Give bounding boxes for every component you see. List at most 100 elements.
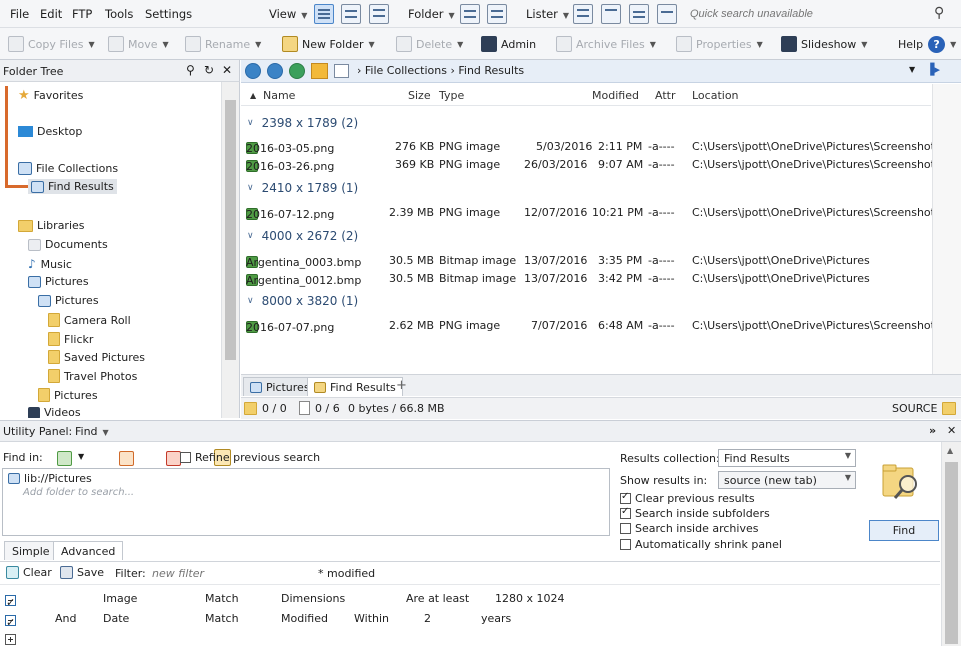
menu-edit[interactable]: Edit	[40, 7, 62, 21]
folder-icon[interactable]	[942, 402, 956, 415]
admin-button[interactable]: Admin	[481, 36, 536, 52]
add-rule-icon[interactable]	[5, 634, 16, 645]
column-attr[interactable]: Attr	[655, 89, 675, 102]
tree-item-file-collections[interactable]: File Collections	[18, 162, 118, 175]
search-icon[interactable]: ⚲	[934, 5, 944, 21]
tree-item-documents[interactable]: Documents	[28, 238, 108, 251]
archive-files-button[interactable]: Archive Files ▼	[556, 36, 656, 52]
up-icon[interactable]	[289, 63, 305, 79]
tree-item-saved-pictures[interactable]: Saved Pictures	[48, 350, 145, 364]
back-icon[interactable]	[245, 63, 261, 79]
folder-menu[interactable]: Folder ▼	[408, 7, 455, 21]
lister-dual-button[interactable]	[601, 4, 621, 24]
home-icon[interactable]	[311, 63, 328, 79]
tree-item-music[interactable]: ♪ Music	[28, 257, 72, 271]
add-folder-hint[interactable]: Add folder to search...	[23, 487, 134, 498]
show-results-select[interactable]: source (new tab) ▼	[718, 471, 856, 489]
file-row[interactable]: 2016-03-26.png 369 KB PNG image 26/03/20…	[241, 156, 941, 174]
view-thumbnails-button[interactable]	[341, 4, 361, 24]
group-header[interactable]: ∨ 2398 x 1789 (2)	[247, 116, 358, 130]
quick-search-input[interactable]	[690, 3, 954, 24]
folder-layout-2-button[interactable]	[487, 4, 507, 24]
results-collection-select[interactable]: Find Results ▼	[718, 449, 856, 467]
collapse-icon[interactable]: »	[929, 424, 936, 437]
filter-rule[interactable]: ✓ Image Match Dimensions Are at least 12…	[0, 589, 940, 609]
search-folder-list[interactable]: lib://Pictures Add folder to search...	[2, 468, 610, 536]
properties-button[interactable]: Properties ▼	[676, 36, 763, 52]
copy-files-button[interactable]: Copy Files ▼	[8, 36, 95, 52]
tab-advanced[interactable]: Advanced	[53, 541, 124, 560]
remove-folder-icon[interactable]	[118, 451, 134, 466]
folder-tree-scrollbar[interactable]	[221, 82, 239, 418]
menu-settings[interactable]: Settings	[145, 7, 192, 21]
view-menu[interactable]: View ▼	[269, 7, 307, 21]
slideshow-button[interactable]: Slideshow ▼	[781, 36, 867, 52]
tab-pictures[interactable]: Pictures	[243, 377, 317, 396]
tree-item-camera-roll[interactable]: Camera Roll	[48, 313, 131, 327]
list-item[interactable]: lib://Pictures	[8, 472, 92, 485]
scrollbar-thumb[interactable]	[945, 462, 958, 644]
menu-file[interactable]: File	[10, 7, 29, 21]
clear-folders-icon[interactable]	[166, 451, 181, 466]
tree-item-flickr[interactable]: Flickr	[48, 332, 93, 346]
close-icon[interactable]: ✕	[947, 424, 956, 437]
add-folder-dropdown-icon[interactable]: ▼	[78, 452, 84, 461]
find-button[interactable]: Find	[869, 520, 939, 541]
file-row[interactable]: Argentina_0012.bmp 30.5 MB Bitmap image …	[241, 270, 931, 288]
utility-mode-select[interactable]: Find ▼	[75, 425, 109, 438]
tree-item-libraries[interactable]: Libraries	[18, 219, 85, 232]
column-modified[interactable]: Modified	[592, 89, 639, 102]
refine-previous-search-checkbox[interactable]: Refine previous search	[180, 451, 320, 464]
delete-button[interactable]: Delete ▼	[396, 36, 463, 52]
tree-item-pictures-lib[interactable]: Pictures	[28, 275, 89, 288]
path-dropdown-icon[interactable]: ▼	[909, 65, 915, 74]
new-tab-icon[interactable]: +	[396, 378, 407, 393]
tab-find-results[interactable]: Find Results	[307, 377, 403, 396]
filter-rule-new[interactable]	[0, 628, 940, 646]
enable-rule-icon[interactable]: ✓	[5, 595, 16, 609]
close-icon[interactable]: ✕	[222, 63, 232, 77]
file-row[interactable]: Argentina_0003.bmp 30.5 MB Bitmap image …	[241, 252, 931, 270]
collapse-all-icon[interactable]: ▲	[250, 91, 256, 100]
tree-item-travel-photos[interactable]: Travel Photos	[48, 369, 137, 383]
column-size[interactable]: Size	[408, 89, 431, 102]
search-subfolders-checkbox[interactable]: Search inside subfolders	[620, 506, 770, 520]
panel-toggle-icon[interactable]: ▐▸	[926, 63, 940, 76]
group-header[interactable]: ∨ 4000 x 2672 (2)	[247, 229, 358, 243]
view-tiles-button[interactable]	[369, 4, 389, 24]
utility-panel-scrollbar[interactable]: ▲	[941, 442, 961, 646]
lister-menu[interactable]: Lister ▼	[526, 7, 569, 21]
new-folder-button[interactable]: New Folder ▼	[282, 36, 375, 52]
tree-item-videos[interactable]: Videos	[28, 406, 81, 418]
tree-item-pictures[interactable]: Pictures	[38, 294, 99, 307]
folder-layout-button[interactable]	[460, 4, 480, 24]
lister-single-button[interactable]	[573, 4, 593, 24]
tree-item-find-results[interactable]: Find Results	[28, 179, 117, 194]
filter-name-input[interactable]	[152, 564, 310, 582]
group-header[interactable]: ∨ 2410 x 1789 (1)	[247, 181, 358, 195]
scroll-up-icon[interactable]: ▲	[947, 446, 953, 455]
tree-item-desktop[interactable]: Desktop	[18, 125, 82, 138]
forward-icon[interactable]	[267, 63, 283, 79]
save-button[interactable]: Save	[60, 566, 104, 579]
add-folder-icon[interactable]	[57, 451, 72, 466]
clear-previous-results-checkbox[interactable]: Clear previous results	[620, 491, 755, 505]
file-list-scrollbar[interactable]	[932, 84, 961, 374]
lister-tree-button[interactable]	[629, 4, 649, 24]
filter-rule[interactable]: ✓ And Date Match Modified Within 2 years	[0, 609, 940, 629]
enable-rule-icon[interactable]: ✓	[5, 615, 16, 629]
group-header[interactable]: ∨ 8000 x 3820 (1)	[247, 294, 358, 308]
file-row[interactable]: 2016-07-12.png 2.39 MB PNG image 12/07/2…	[241, 204, 941, 222]
search-icon[interactable]: ⚲	[186, 63, 195, 77]
menu-ftp[interactable]: FTP	[72, 7, 92, 21]
breadcrumb-file-collections[interactable]: File Collections	[365, 64, 447, 77]
file-row[interactable]: 2016-03-05.png 276 KB PNG image 5/03/201…	[241, 138, 941, 156]
column-location[interactable]: Location	[692, 89, 739, 102]
rename-button[interactable]: Rename ▼	[185, 36, 261, 52]
lister-viewer-button[interactable]	[657, 4, 677, 24]
clear-button[interactable]: Clear	[6, 566, 52, 579]
scrollbar-thumb[interactable]	[225, 100, 236, 360]
column-name[interactable]: Name	[263, 89, 295, 102]
refresh-icon[interactable]: ↻	[204, 63, 214, 77]
view-details-button[interactable]	[314, 4, 334, 24]
